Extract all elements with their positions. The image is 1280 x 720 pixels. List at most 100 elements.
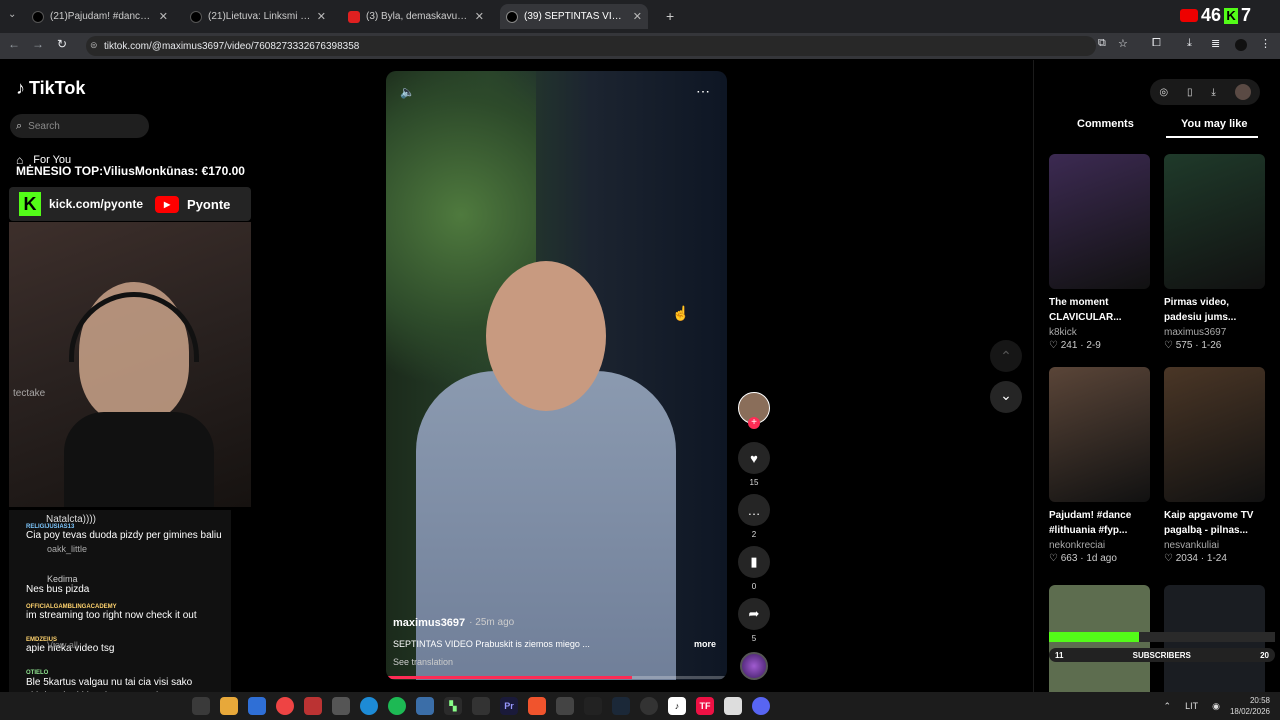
tab-list-icon[interactable]: ⌄	[8, 9, 16, 20]
app-icon[interactable]	[640, 697, 658, 715]
tab-2[interactable]: (21)Lietuva: Linksmi momentai ✕	[184, 4, 332, 29]
premiere-icon[interactable]: Pr	[500, 697, 518, 715]
video-player[interactable]: 🔈 ⋯ maximus3697 · 25m ago SEPTINTAS VIDE…	[386, 71, 727, 680]
bookmark-icon[interactable]: ▮	[738, 546, 770, 578]
card-stats: ♡ 2034 · 1-24	[1164, 553, 1265, 564]
author-avatar-follow[interactable]: +	[738, 392, 770, 429]
app-icon[interactable]	[304, 697, 322, 715]
task-view-icon[interactable]	[192, 697, 210, 715]
card-author[interactable]: k8kick	[1049, 327, 1150, 338]
tab-1[interactable]: (21)Pajudam! #dance #lithuani... ✕	[26, 4, 174, 29]
card-author[interactable]: nekonkreciai	[1049, 540, 1150, 551]
close-tab-icon[interactable]: ✕	[317, 10, 326, 23]
see-translation-link[interactable]: See translation	[393, 657, 453, 667]
card-thumbnail[interactable]	[1164, 367, 1265, 502]
search-icon: ⌕	[16, 119, 23, 132]
app-icon[interactable]: TF	[696, 697, 714, 715]
file-explorer-icon[interactable]	[220, 697, 238, 715]
steam-icon[interactable]	[612, 697, 630, 715]
photos-icon[interactable]	[416, 697, 434, 715]
app-icon[interactable]: ▚	[444, 697, 462, 715]
comment-action[interactable]: … 2	[738, 494, 770, 539]
view-all-link[interactable]: View all	[9, 640, 231, 651]
reload-icon[interactable]: ↻	[54, 37, 70, 51]
card-stats-text: 2034 · 1-24	[1175, 553, 1227, 564]
recommended-video-card[interactable]: The moment CLAVICULAR... k8kick ♡ 241 · …	[1049, 154, 1150, 351]
share-count: 5	[751, 634, 757, 643]
previous-video-button[interactable]: ⌃	[990, 340, 1022, 372]
stream-top-donor-banner: MĖNESIO TOP:ViliusMonkūnas: €170.00	[16, 164, 245, 178]
chat-message-text: Kedima	[47, 574, 78, 584]
tiktok-favicon-icon	[190, 10, 202, 23]
close-tab-icon[interactable]: ✕	[159, 10, 168, 23]
browser-tab-bar: ⌄ (21)Pajudam! #dance #lithuani... ✕ (21…	[0, 0, 1280, 33]
browser-menu-icon[interactable]: ⋮	[1260, 37, 1271, 50]
card-thumbnail[interactable]	[1164, 154, 1265, 289]
mute-icon[interactable]: 🔈	[400, 85, 415, 99]
back-icon[interactable]: ←	[6, 37, 22, 51]
card-thumbnail[interactable]	[1049, 154, 1150, 289]
app-icon[interactable]	[332, 697, 350, 715]
install-app-icon[interactable]: ⧉	[1098, 37, 1106, 50]
download-app-icon[interactable]: ⤓	[1211, 87, 1215, 98]
heart-icon[interactable]: ♥	[738, 442, 770, 474]
user-avatar[interactable]	[1234, 84, 1251, 100]
compass-icon[interactable]: ◎	[1159, 87, 1168, 98]
recommended-video-card[interactable]: Kaip apgavome TV pagalbą - pilnas... nes…	[1164, 367, 1265, 564]
profile-avatar[interactable]	[1235, 39, 1247, 51]
device-icon[interactable]: ▯	[1187, 87, 1193, 98]
tiktok-logo[interactable]: ♪ TikTok	[16, 78, 85, 99]
new-tab-icon[interactable]: +	[666, 8, 674, 24]
media-control-icon[interactable]: ≣	[1211, 37, 1220, 50]
tray-chevron-icon[interactable]: ⌃	[1164, 701, 1172, 712]
tiktok-icon[interactable]: ♪	[668, 697, 686, 715]
video-caption: SEPTINTAS VIDEO Prabuskit is ziemos mieg…	[393, 639, 590, 649]
card-author[interactable]: maximus3697	[1164, 327, 1265, 338]
kick-count: 7	[1241, 5, 1252, 25]
save-action[interactable]: ▮ 0	[738, 546, 770, 591]
caption-more-link[interactable]: more	[694, 639, 716, 649]
share-icon[interactable]: ➦	[738, 598, 770, 630]
brave-icon[interactable]	[528, 697, 546, 715]
music-disc-icon[interactable]	[740, 652, 768, 680]
comment-icon[interactable]: …	[738, 494, 770, 526]
heart-outline-icon: ♡	[1049, 340, 1061, 351]
close-tab-icon[interactable]: ✕	[475, 10, 484, 23]
card-author[interactable]: nesvankuliai	[1164, 540, 1265, 551]
spotify-icon[interactable]	[388, 697, 406, 715]
video-progress-track[interactable]	[386, 676, 727, 679]
tab-3[interactable]: (3) Byla, demaskavusi asmenis, ✕	[342, 4, 490, 29]
bookmark-star-icon[interactable]: ☆	[1118, 37, 1128, 50]
kick-logo-icon: K	[19, 192, 41, 216]
search-input[interactable]: ⌕ Search	[10, 114, 149, 138]
recommended-video-card[interactable]: Pajudam! #dance #lithuania #fyp... nekon…	[1049, 367, 1150, 564]
site-info-icon[interactable]: ⊜	[90, 40, 98, 51]
edge-icon[interactable]	[360, 697, 378, 715]
follow-plus-icon[interactable]: +	[748, 417, 760, 429]
store-icon[interactable]	[248, 697, 266, 715]
share-action[interactable]: ➦ 5	[738, 598, 770, 643]
next-video-button[interactable]: ⌄	[990, 381, 1022, 413]
app-icon[interactable]	[556, 697, 574, 715]
language-indicator[interactable]: LIT	[1185, 701, 1198, 711]
url-field[interactable]: tiktok.com/@maximus3697/video/7608273332…	[86, 36, 1096, 56]
tab-you-may-like[interactable]: You may like	[1181, 118, 1247, 130]
tab-comments[interactable]: Comments	[1077, 118, 1134, 130]
clock[interactable]: 20:58 18/02/2026	[1230, 695, 1270, 717]
video-author[interactable]: maximus3697	[393, 617, 465, 629]
more-options-icon[interactable]: ⋯	[696, 83, 710, 100]
close-tab-icon[interactable]: ✕	[633, 10, 642, 23]
chrome-icon[interactable]	[276, 697, 294, 715]
tab-4-active[interactable]: (39) SEPTINTAS VIDEO ✕	[500, 4, 648, 29]
forward-icon[interactable]: →	[30, 37, 46, 51]
download-icon[interactable]: ⤓	[1187, 37, 1192, 50]
discord-icon[interactable]	[752, 697, 770, 715]
card-thumbnail[interactable]	[1049, 367, 1150, 502]
extensions-icon[interactable]: ⧠	[1152, 37, 1161, 50]
app-icon[interactable]	[584, 697, 602, 715]
like-action[interactable]: ♥ 15	[738, 442, 770, 487]
network-icon[interactable]: ◉	[1212, 701, 1220, 712]
app-icon[interactable]	[472, 697, 490, 715]
app-icon[interactable]	[724, 697, 742, 715]
recommended-video-card[interactable]: Pirmas video, padesiu jums... maximus369…	[1164, 154, 1265, 351]
